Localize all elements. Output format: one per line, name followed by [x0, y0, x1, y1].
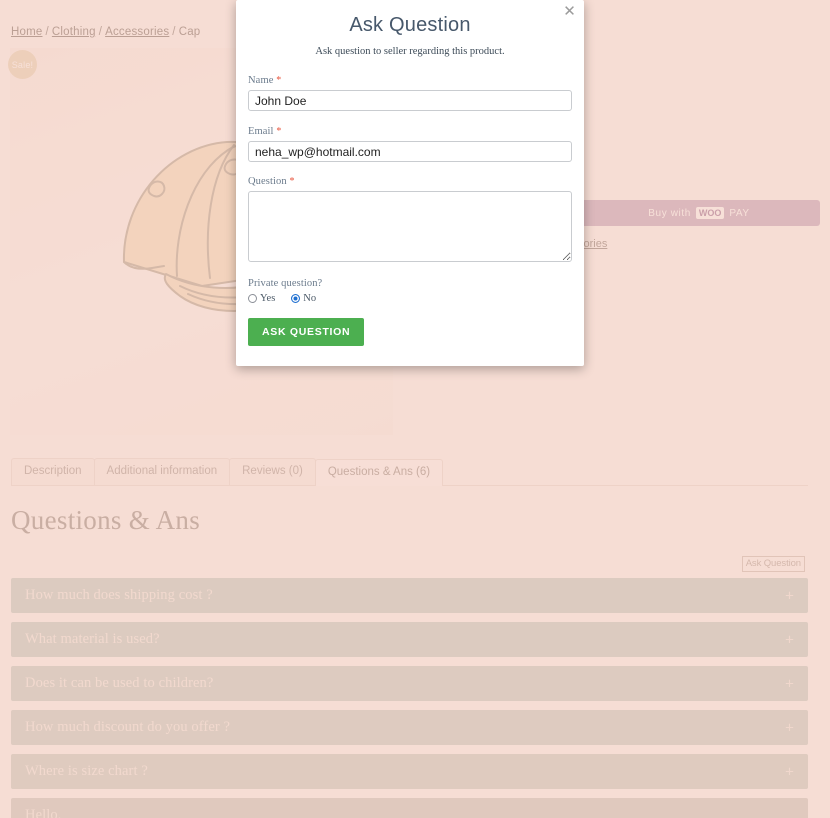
required-marker: * [276, 75, 282, 86]
name-field-group: Name * [248, 75, 572, 111]
question-field-group: Question * [248, 176, 572, 262]
private-option-no[interactable]: No [291, 293, 316, 304]
private-question-label: Private question? [248, 278, 323, 289]
modal-subtitle: Ask question to seller regarding this pr… [315, 46, 505, 57]
modal-title: Ask Question [349, 14, 471, 36]
question-label-text: Question [248, 176, 287, 187]
radio-yes-label: Yes [260, 293, 276, 304]
ask-question-modal: ✕ Ask Question Ask question to seller re… [236, 0, 584, 366]
private-question-radio-row: Yes No [248, 293, 572, 304]
question-field-label: Question * [248, 176, 572, 187]
name-label-text: Name [248, 75, 274, 86]
required-marker: * [289, 176, 295, 187]
close-icon[interactable]: ✕ [561, 3, 578, 20]
name-field-label: Name * [248, 75, 572, 86]
required-marker: * [276, 126, 282, 137]
private-question-group: Private question? Yes No [248, 278, 572, 304]
email-field-group: Email * [248, 126, 572, 162]
private-option-yes[interactable]: Yes [248, 293, 275, 304]
submit-ask-question-button[interactable]: ASK QUESTION [248, 318, 365, 346]
email-input[interactable] [248, 141, 572, 162]
email-field-label: Email * [248, 126, 572, 137]
name-input[interactable] [248, 90, 572, 111]
radio-no-icon[interactable] [291, 294, 301, 303]
question-textarea[interactable] [248, 191, 572, 262]
modal-layer: ✕ Ask Question Ask question to seller re… [0, 0, 830, 818]
radio-yes-icon[interactable] [248, 294, 257, 303]
email-label-text: Email [248, 126, 274, 137]
radio-no-label: No [303, 293, 317, 304]
